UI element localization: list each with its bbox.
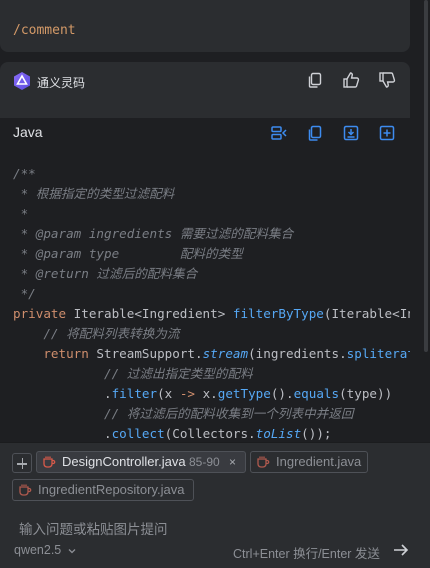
chevron-down-icon[interactable] xyxy=(68,547,76,555)
thumbs-down-icon[interactable] xyxy=(378,71,396,89)
context-file-name: IngredientRepository.java xyxy=(38,482,185,497)
code-line: // 过滤出指定类型的配料 xyxy=(13,366,253,381)
code-toolbar: Java xyxy=(0,118,410,148)
code-line: * 根据指定的类型过滤配料 xyxy=(13,186,175,201)
ai-response-panel: 通义灵码 Java /** * 根据指定的类型过滤配料 * * @param i… xyxy=(0,62,410,442)
code-line: .filter(x -> x.getType().equals(type)) xyxy=(13,386,393,401)
code-line: // 将配料列表转换为流 xyxy=(13,326,180,341)
code-line: /** xyxy=(13,166,36,181)
java-file-icon xyxy=(19,484,32,496)
copy-icon[interactable] xyxy=(306,71,324,89)
code-line: // 将过滤后的配料收集到一个列表中并返回 xyxy=(13,406,354,421)
context-file-name: DesignController.java xyxy=(62,454,186,469)
remove-context-icon[interactable]: × xyxy=(229,452,236,472)
tongyi-logo-icon xyxy=(14,72,30,90)
context-file-name: Ingredient.java xyxy=(276,454,362,469)
code-line: * @param type 配料的类型 xyxy=(13,246,243,261)
context-file-chip[interactable]: DesignController.java 85-90 × xyxy=(36,451,246,473)
model-selector[interactable]: qwen2.5 xyxy=(14,543,61,557)
code-line: * @param ingredients 需要过滤的配料集合 xyxy=(13,226,294,241)
user-command-text: /comment xyxy=(13,23,76,38)
code-language-label: Java xyxy=(13,124,43,140)
code-content[interactable]: /** * 根据指定的类型过滤配料 * * @param ingredients… xyxy=(13,164,410,442)
code-line: return StreamSupport.stream(ingredients.… xyxy=(43,346,410,361)
insert-diff-icon[interactable] xyxy=(270,124,288,142)
copy-code-icon[interactable] xyxy=(306,124,324,142)
context-file-range: 85-90 xyxy=(189,455,220,469)
user-message: /comment xyxy=(0,0,410,52)
code-line: .collect(Collectors.toList()); xyxy=(13,426,332,441)
send-arrow-icon[interactable] xyxy=(393,543,409,557)
code-line: private Iterable<Ingredient> filterByTyp… xyxy=(13,306,410,321)
java-file-icon xyxy=(257,456,270,468)
send-shortcut-hint: Ctrl+Enter 换行/Enter 发送 xyxy=(233,547,380,561)
context-file-chip[interactable]: IngredientRepository.java xyxy=(12,479,194,501)
java-file-icon xyxy=(43,456,56,468)
ai-brand-name: 通义灵码 xyxy=(37,76,86,90)
code-line: * xyxy=(13,206,29,221)
new-file-icon[interactable] xyxy=(378,124,396,142)
chat-input-area: DesignController.java 85-90 × Ingredient… xyxy=(0,442,430,568)
chat-scrollbar[interactable] xyxy=(424,0,428,352)
context-file-chip[interactable]: Ingredient.java xyxy=(250,451,368,473)
add-context-button[interactable] xyxy=(12,453,32,473)
thumbs-up-icon[interactable] xyxy=(342,71,360,89)
insert-at-cursor-icon[interactable] xyxy=(342,124,360,142)
ai-response-header: 通义灵码 xyxy=(0,62,410,118)
code-block: Java /** * 根据指定的类型过滤配料 * * @param ingred… xyxy=(0,118,410,442)
code-line: */ xyxy=(13,286,36,301)
code-line: * @return 过滤后的配料集合 xyxy=(13,266,198,281)
chat-input-field[interactable]: 输入问题或粘贴图片提问 xyxy=(19,518,168,538)
